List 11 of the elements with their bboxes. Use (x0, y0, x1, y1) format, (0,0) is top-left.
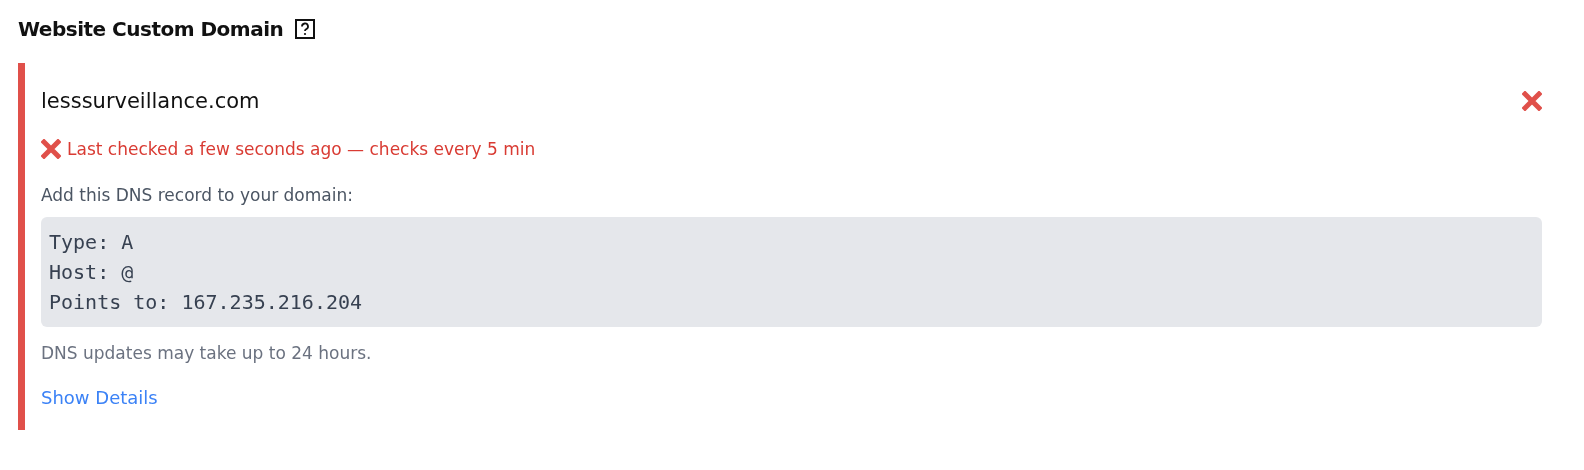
dns-record-block: Type: A Host: @ Points to: 167.235.216.204 (41, 217, 1542, 327)
note-text: DNS updates may take up to 24 hours. (41, 343, 373, 363)
cross-icon (41, 139, 61, 159)
help-icon[interactable] (295, 19, 316, 39)
remove-button[interactable] (1522, 91, 1542, 111)
close-icon (1522, 91, 1542, 111)
status-text: Last checked a few seconds ago — checks every 5 min (67, 139, 536, 159)
section-title: Website Custom Domain (18, 17, 284, 41)
show-details-link[interactable]: Show Details (41, 387, 158, 408)
instruction-text: Add this DNS record to your domain: (41, 185, 354, 205)
domain-name: lesssurveillance.com (41, 89, 260, 113)
